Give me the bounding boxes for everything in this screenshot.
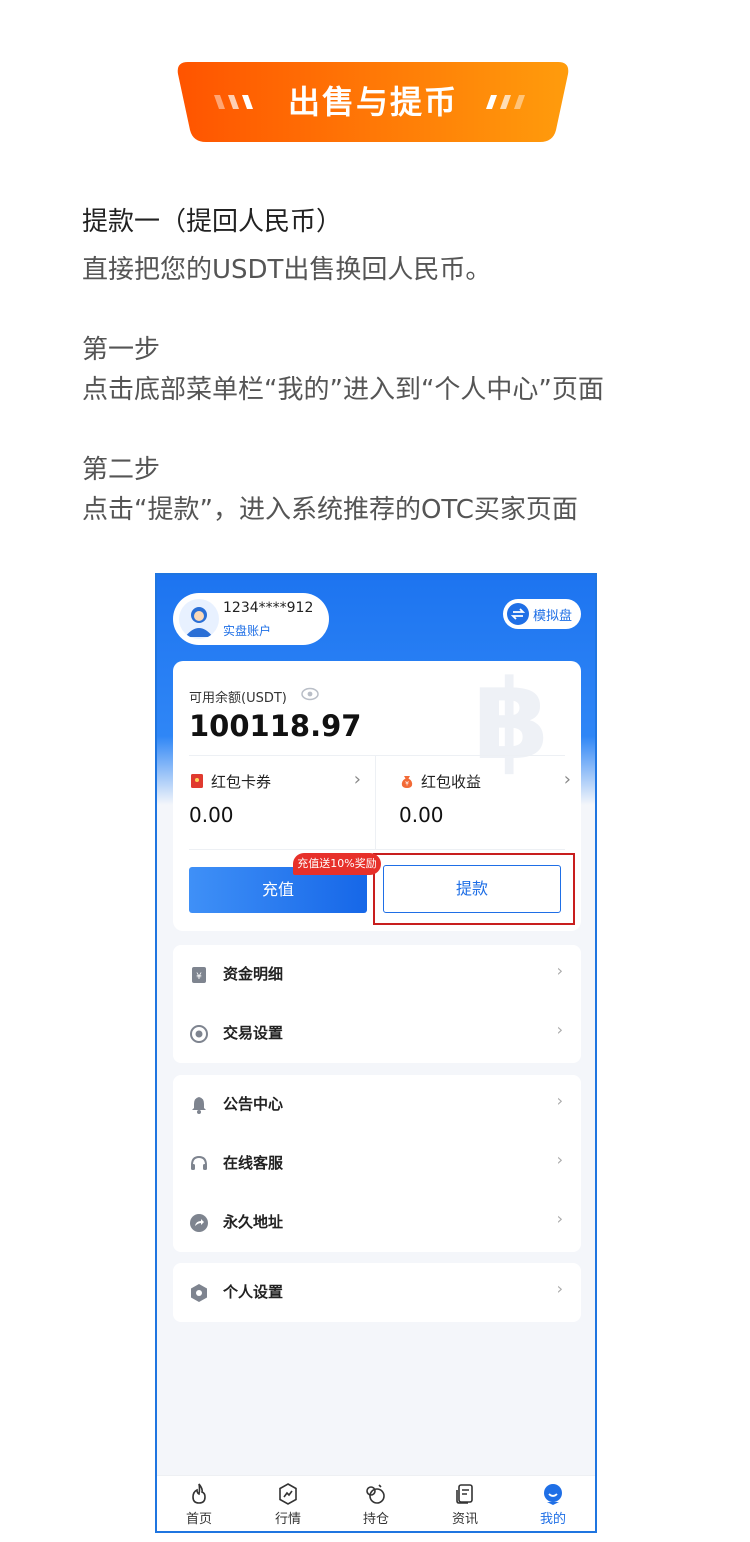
- menu-item-customer-service[interactable]: 在线客服 ›: [173, 1134, 581, 1193]
- share-arrow-icon: [190, 1214, 208, 1232]
- trade-settings-icon: [190, 1025, 208, 1043]
- bell-icon: [192, 1097, 206, 1114]
- tab-positions[interactable]: 持仓: [346, 1482, 406, 1530]
- menu-group-personal: 个人设置 ›: [173, 1263, 581, 1322]
- money-bag-icon: ¥: [401, 776, 413, 788]
- coupons-label: 红包卡券: [211, 773, 272, 791]
- menu-item-permanent-address[interactable]: 永久地址 ›: [173, 1193, 581, 1252]
- divider: [375, 755, 376, 849]
- phone-screenshot: 1234****912 实盘账户 模拟盘 ฿ 可用余额(USDT) 100118…: [155, 573, 597, 1533]
- banner-title: 出售与提币: [287, 83, 458, 121]
- simulate-label: 模拟盘: [533, 609, 573, 624]
- avatar[interactable]: [179, 599, 219, 639]
- guide-intro: 直接把您的USDT出售换回人民币。: [82, 255, 492, 285]
- menu-item-trade-settings[interactable]: 交易设置 ›: [173, 1004, 581, 1063]
- earnings-cell[interactable]: ¥ 红包收益 › 0.00: [399, 769, 579, 839]
- earnings-label: 红包收益: [421, 773, 482, 791]
- step1-text: 点击底部菜单栏“我的”进入到“个人中心”页面: [82, 375, 604, 405]
- tab-label: 首页: [185, 1512, 212, 1527]
- tab-label: 资讯: [451, 1512, 478, 1527]
- divider: [189, 755, 565, 756]
- news-icon: [456, 1484, 473, 1504]
- red-envelope-icon: [191, 774, 203, 788]
- account-type: 实盘账户: [223, 624, 272, 638]
- position-icon: [366, 1484, 385, 1504]
- step2-title: 第二步: [82, 455, 161, 485]
- menu-label: 在线客服: [223, 1154, 284, 1172]
- menu-label: 个人设置: [223, 1283, 284, 1301]
- tab-news[interactable]: 资讯: [435, 1482, 495, 1530]
- headset-icon: [191, 1155, 207, 1170]
- hexagon-settings-icon: [191, 1284, 207, 1302]
- user-pill[interactable]: 1234****912 实盘账户: [173, 593, 329, 645]
- chevron-right-icon: ›: [556, 1209, 563, 1228]
- coupons-cell[interactable]: 红包卡券 › 0.00: [189, 769, 369, 839]
- earnings-value: 0.00: [399, 803, 444, 827]
- simulate-button[interactable]: 模拟盘: [503, 599, 581, 629]
- coupons-value: 0.00: [189, 803, 234, 827]
- tab-label: 持仓: [362, 1512, 389, 1527]
- withdraw-button[interactable]: 提款: [383, 865, 561, 913]
- chevron-right-icon: ›: [556, 1091, 563, 1110]
- guide-text: 提款一（提回人民币） 直接把您的USDT出售换回人民币。 第一步 点击底部菜单栏…: [82, 200, 702, 530]
- flame-icon: [192, 1483, 206, 1504]
- step1-title: 第一步: [82, 335, 161, 365]
- chevron-right-icon: ›: [556, 961, 563, 980]
- tab-home[interactable]: 首页: [169, 1482, 229, 1530]
- chevron-right-icon: ›: [556, 1020, 563, 1039]
- fund-detail-icon: ¥: [192, 967, 206, 983]
- svg-text:¥: ¥: [196, 972, 202, 982]
- menu-label: 交易设置: [223, 1024, 284, 1042]
- menu-label: 公告中心: [223, 1095, 284, 1113]
- bottom-tab-bar: 首页 行情 持仓 资讯 我的: [157, 1475, 595, 1531]
- chevron-right-icon: ›: [556, 1150, 563, 1169]
- svg-text:¥: ¥: [405, 781, 409, 788]
- divider: [189, 849, 565, 850]
- tab-label: 行情: [274, 1512, 301, 1527]
- title-banner: 出售与提币: [176, 62, 570, 142]
- user-id: 1234****912: [223, 600, 314, 616]
- step2-text: 点击“提款”，进入系统推荐的OTC买家页面: [82, 495, 578, 525]
- chevron-right-icon: ›: [353, 769, 361, 790]
- menu-label: 永久地址: [223, 1213, 284, 1231]
- tab-profile[interactable]: 我的: [523, 1482, 583, 1530]
- chevron-right-icon: ›: [556, 1279, 563, 1298]
- menu-group-funds: ¥ 资金明细 › 交易设置 ›: [173, 945, 581, 1063]
- market-icon: [279, 1483, 297, 1505]
- menu-item-announcements[interactable]: 公告中心 ›: [173, 1075, 581, 1134]
- balance-value: 100118.97: [189, 709, 362, 743]
- eye-icon[interactable]: [301, 687, 319, 701]
- tab-market[interactable]: 行情: [258, 1482, 318, 1530]
- switch-icon: [507, 603, 529, 625]
- asset-card: ฿ 可用余额(USDT) 100118.97 红包卡券 › 0.00 ¥ 红包收…: [173, 661, 581, 931]
- promo-badge: 充值送10%奖励: [293, 853, 381, 875]
- balance-label: 可用余额(USDT): [189, 691, 287, 706]
- tab-label: 我的: [539, 1512, 566, 1527]
- profile-icon: [544, 1484, 562, 1505]
- menu-label: 资金明细: [223, 965, 284, 983]
- menu-group-support: 公告中心 › 在线客服 › 永久地址 ›: [173, 1075, 581, 1252]
- guide-heading: 提款一（提回人民币）: [82, 207, 343, 237]
- bitcoin-watermark-icon: ฿: [473, 656, 550, 784]
- menu-item-fund-detail[interactable]: ¥ 资金明细 ›: [173, 945, 581, 1004]
- chevron-right-icon: ›: [563, 769, 571, 790]
- menu-item-personal-settings[interactable]: 个人设置 ›: [173, 1263, 581, 1322]
